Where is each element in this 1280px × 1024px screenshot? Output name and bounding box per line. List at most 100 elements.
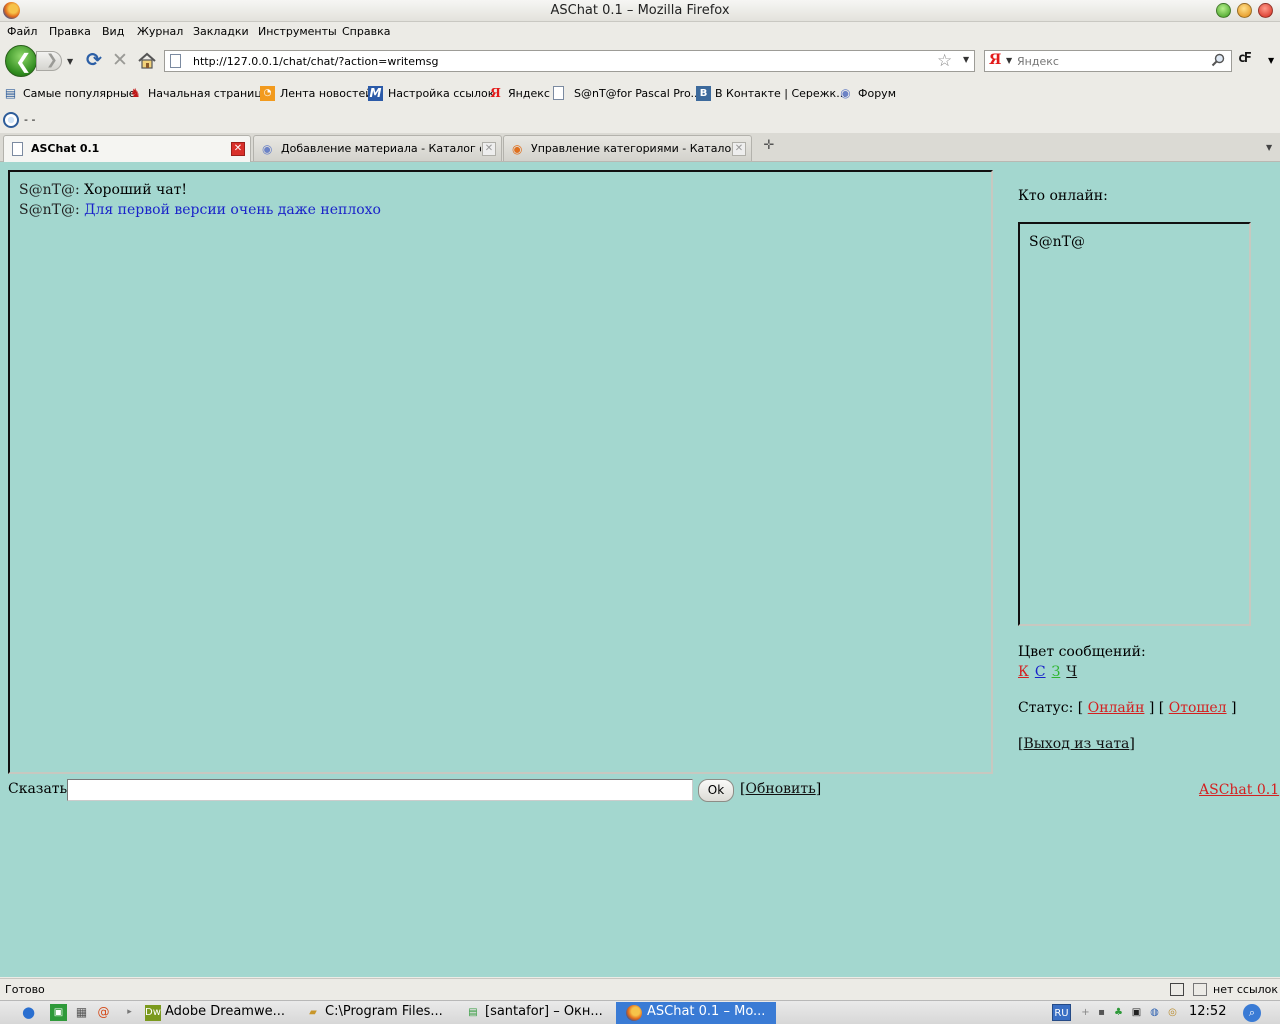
bookmarks-toolbar: ▤ Самые популярные ♞ Начальная страница … [0,83,1280,105]
stop-icon[interactable]: ✕ [112,51,128,70]
folder-icon: ▰ [309,1007,317,1018]
status-text: Готово [5,983,45,996]
bookmark-news-feed[interactable]: Лента новостей [280,87,372,100]
task-label: [santafor] – Окн... [485,1004,603,1019]
tab-add-material[interactable]: ◉ Добавление материала - Каталог фа... ✕ [253,135,502,161]
url-text[interactable]: http://127.0.0.1/chat/chat/?action=write… [193,55,438,68]
online-users-frame[interactable]: S@nT@ [1018,222,1251,626]
tab-label: ASChat 0.1 [31,142,100,155]
extension-label[interactable]: - - [24,113,35,126]
message-text: Хороший чат! [84,182,188,198]
expand-arrow-icon[interactable]: ▸ [121,1004,138,1021]
back-button[interactable]: ❮ [5,45,37,77]
bookmark-most-visited[interactable]: Самые популярные [23,87,136,100]
security-icon[interactable]: ♣ [1111,1005,1126,1020]
task-dreamweaver[interactable]: Dw Adobe Dreamwe... [145,1002,295,1024]
status-suffix: ] [1231,700,1237,716]
page-icon [170,54,181,68]
search-icon[interactable]: ⌕ [1243,1004,1261,1022]
bookmark-pascal-pro[interactable]: S@nT@for Pascal Pro... [574,87,701,100]
color-red-link[interactable]: К [1018,664,1029,680]
menu-file[interactable]: Файл [7,25,37,38]
network-icon[interactable]: ▪ [1094,1005,1109,1020]
menu-edit[interactable]: Правка [49,25,91,38]
exit-control: [Выход из чата] [1018,736,1135,752]
tray-disc-icon[interactable]: ◎ [1165,1005,1180,1020]
app-launcher-icon[interactable]: ▣ [50,1004,67,1021]
menu-history[interactable]: Журнал [137,25,183,38]
close-tab-icon[interactable]: ✕ [732,142,746,156]
bookmark-vkontakte[interactable]: В Контакте | Сережк... [715,87,847,100]
tab-list-dropdown-icon[interactable]: ▼ [1266,143,1272,152]
task-firefox[interactable]: ASChat 0.1 – Mo... [616,1002,776,1024]
exit-chat-link[interactable]: Выход из чата [1023,736,1129,752]
aschat-home-link[interactable]: ASChat 0.1 [1199,782,1279,798]
menu-bookmarks[interactable]: Закладки [193,25,249,38]
status-online-link[interactable]: Онлайн [1088,700,1145,716]
tab-strip: ASChat 0.1 ✕ ◉ Добавление материала - Ка… [0,133,1280,162]
tray-skype-icon[interactable]: ◍ [1147,1005,1162,1020]
bookmark-yandex[interactable]: Яндекс [508,87,550,100]
tab-label: Добавление материала - Каталог фа... [281,142,481,155]
bookmark-start-page[interactable]: Начальная страница [148,87,269,100]
status-prefix: Статус: [ [1018,700,1084,716]
apple-menu-icon[interactable]: ● [20,1004,37,1021]
clock[interactable]: 12:52 [1189,1004,1226,1019]
links-icon[interactable] [1193,983,1207,996]
search-bar[interactable]: Я ▼ [984,50,1232,72]
menu-view[interactable]: Вид [102,25,124,38]
close-tab-icon[interactable]: ✕ [482,142,496,156]
url-dropdown-icon[interactable]: ▼ [963,55,969,64]
maximize-button[interactable] [1237,3,1252,18]
addon-icon[interactable]: cF [1238,51,1252,66]
close-window-button[interactable] [1258,3,1273,18]
extra-toolbar: - - [0,109,1280,131]
page-layout-icon[interactable] [1170,983,1184,996]
history-dropdown-icon[interactable]: ▼ [67,57,73,66]
color-black-link[interactable]: Ч [1066,664,1077,680]
menu-help[interactable]: Справка [342,25,390,38]
vkontakte-icon: В [696,86,711,101]
close-tab-icon[interactable]: ✕ [231,142,245,156]
search-engine-dropdown-icon[interactable]: ▼ [1006,56,1012,65]
refresh-link[interactable]: Обновить [745,781,815,797]
menu-tools[interactable]: Инструменты [258,25,337,38]
send-button[interactable]: Ok [698,779,734,802]
menu-bar: Файл Правка Вид Журнал Закладки Инструме… [0,22,1280,42]
status-away-link[interactable]: Отошел [1169,700,1227,716]
window-title: ASChat 0.1 – Mozilla Firefox [550,3,730,18]
message-input[interactable] [67,779,693,801]
task-label: C:\Program Files... [325,1004,443,1019]
search-icon[interactable] [1211,53,1225,67]
reload-icon[interactable]: ⟳ [86,51,102,70]
yandex-search-engine-icon[interactable]: Я [989,52,1001,68]
minimize-button[interactable] [1216,3,1231,18]
extension-icon[interactable] [3,112,19,128]
yandex-icon: Я [490,86,501,100]
tray-app-icon[interactable]: ▣ [1129,1005,1144,1020]
url-bar[interactable]: http://127.0.0.1/chat/chat/?action=write… [164,50,975,72]
new-tab-icon[interactable]: ✛ [757,138,781,158]
bookmark-link-settings[interactable]: Настройка ссылок [388,87,494,100]
bookmark-forum[interactable]: Форум [858,87,896,100]
say-label: Сказать: [8,781,72,797]
addon-dropdown-icon[interactable]: ▼ [1268,56,1274,65]
os-taskbar: ● ▣ ▦ @ ▸ Dw Adobe Dreamwe... ▰ C:\Progr… [0,1000,1280,1024]
bookmark-star-icon[interactable]: ☆ [937,51,952,71]
home-icon[interactable] [137,51,157,71]
chat-messages-frame[interactable]: S@nT@: Хороший чат! S@nT@: Для первой ве… [8,170,993,774]
tab-aschat[interactable]: ASChat 0.1 ✕ [3,135,251,162]
mail-icon[interactable]: @ [95,1004,112,1021]
task-chat-window[interactable]: ▤ [santafor] – Окн... [465,1002,615,1024]
color-blue-link[interactable]: С [1035,664,1046,680]
window-icon[interactable]: ▦ [73,1004,90,1021]
keyboard-layout-indicator[interactable]: RU [1052,1004,1071,1021]
message-color-title: Цвет сообщений: [1018,644,1146,660]
task-explorer[interactable]: ▰ C:\Program Files... [305,1002,455,1024]
color-green-link[interactable]: З [1052,664,1061,680]
forward-button[interactable]: ❯ [36,51,62,71]
search-input[interactable] [1017,53,1207,69]
browser-status-bar: Готово нет ссылок [0,978,1280,1000]
tray-expand-icon[interactable]: + [1078,1005,1093,1020]
tab-manage-categories[interactable]: ◉ Управление категориями - Каталог ... ✕ [503,135,752,161]
